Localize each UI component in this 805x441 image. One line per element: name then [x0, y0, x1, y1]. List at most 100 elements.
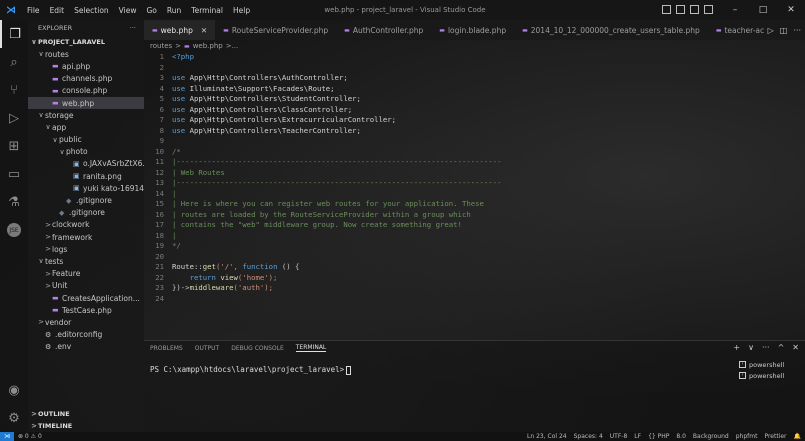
tree-file[interactable]: ▬ api.php [28, 60, 144, 72]
breadcrumb-file[interactable]: web.php [193, 42, 223, 50]
tree-file[interactable]: ▬ web.php [28, 96, 144, 110]
tree-folder[interactable]: > clockwork [28, 219, 144, 231]
code-line[interactable]: 6 use App\Http\Controllers\ClassControlle… [144, 105, 805, 116]
phpfmt-extension[interactable]: phpfmt [736, 433, 758, 440]
panel-tab-debug-console[interactable]: DEBUG CONSOLE [231, 345, 284, 352]
tree-folder[interactable]: > vendor [28, 316, 144, 328]
split-editor-icon[interactable]: ◫ [780, 26, 788, 35]
problems-status[interactable]: ⊗ 0 ⚠ 0 [18, 433, 42, 440]
terminal-prompt-line[interactable]: PS C:\xampp\htdocs\laravel\project_larav… [150, 365, 352, 375]
tree-file[interactable]: ▣ ranita.png [28, 170, 144, 182]
close-window-button[interactable]: ✕ [777, 0, 805, 20]
code-line[interactable]: 8 use App\Http\Controllers\TeacherControl… [144, 126, 805, 137]
code-line[interactable]: 14 | [144, 189, 805, 200]
menu-selection[interactable]: Selection [69, 6, 114, 15]
tree-folder[interactable]: > Unit [28, 280, 144, 292]
tree-folder[interactable]: ∨ public [28, 134, 144, 146]
tree-file[interactable]: ◆ .gitignore [28, 207, 144, 219]
code-line[interactable]: 4 use Illuminate\Support\Facades\Route; [144, 84, 805, 95]
tree-file[interactable]: ▣ o.JAXvASrbZtX6... [28, 158, 144, 170]
code-editor[interactable]: 1 <?php 2 3 use App\Http\Controllers\AuthCon… [144, 52, 805, 340]
menu-edit[interactable]: Edit [45, 6, 70, 15]
explorer-icon[interactable]: ❐ [0, 20, 28, 48]
new-terminal-button[interactable]: + [733, 343, 740, 352]
menu-file[interactable]: File [22, 6, 45, 15]
code-line[interactable]: 17 | contains the "web" middleware group.… [144, 220, 805, 231]
tab-routeserviceprovider[interactable]: ▬ RouteServiceProvider.php [215, 20, 336, 40]
tree-folder[interactable]: > logs [28, 243, 144, 255]
remote-explorer-icon[interactable]: ▭ [0, 160, 28, 188]
customize-layout-icon[interactable] [704, 5, 713, 14]
code-line[interactable]: 2 [144, 63, 805, 74]
code-line[interactable]: 10 /* [144, 147, 805, 158]
tree-folder[interactable]: > Feature [28, 268, 144, 280]
tree-folder[interactable]: ∨ routes [28, 48, 144, 60]
panel-tab-terminal[interactable]: TERMINAL [295, 344, 327, 352]
breadcrumb-more[interactable]: >... [226, 42, 239, 50]
code-line[interactable]: 9 [144, 136, 805, 147]
code-line[interactable]: 21 Route::get('/', function () { [144, 262, 805, 273]
remote-indicator-icon[interactable]: ⋊ [0, 432, 14, 441]
tab-teacher[interactable]: ▬ teacher-ac [708, 20, 772, 40]
prettier-extension[interactable]: Prettier [764, 433, 786, 440]
tab-login-blade[interactable]: ▬ login.blade.php [431, 20, 514, 40]
tab-create-users-table[interactable]: ▬ 2014_10_12_000000_create_users_table.p… [514, 20, 708, 40]
notifications-bell-icon[interactable]: 🔔 [794, 433, 801, 440]
menu-terminal[interactable]: Terminal [186, 6, 228, 15]
tab-authcontroller[interactable]: ▬ AuthController.php [336, 20, 431, 40]
source-control-icon[interactable]: ⑂ [0, 76, 28, 104]
extensions-icon[interactable]: ⊞ [0, 132, 28, 160]
tree-folder[interactable]: ∨ photo [28, 146, 144, 158]
code-line[interactable]: 5 use App\Http\Controllers\StudentControl… [144, 94, 805, 105]
toggle-secondary-sidebar-icon[interactable] [690, 5, 699, 14]
tree-folder[interactable]: ∨ storage [28, 109, 144, 121]
testing-icon[interactable]: ⚗ [0, 188, 28, 216]
background-extension[interactable]: Background [693, 433, 729, 440]
terminal-instance[interactable]: › powershell [739, 370, 801, 381]
panel-tab-output[interactable]: OUTPUT [195, 345, 219, 352]
tree-file[interactable]: ▬ console.php [28, 85, 144, 97]
code-line[interactable]: 24 [144, 294, 805, 305]
code-line[interactable]: 16 | routes are loaded by the RouteServic… [144, 210, 805, 221]
tree-file[interactable]: ▣yuki kato-16914... [28, 182, 144, 194]
tree-file[interactable]: ▬ CreatesApplication... [28, 292, 144, 304]
run-file-icon[interactable]: ▷ [768, 26, 774, 35]
timeline-section[interactable]: > TIMELINE [28, 420, 144, 432]
close-tab-icon[interactable]: ✕ [201, 26, 207, 35]
outline-section[interactable]: > OUTLINE [28, 408, 144, 420]
terminal-dropdown-button[interactable]: ∨ [748, 343, 754, 352]
toggle-sidebar-icon[interactable] [662, 5, 671, 14]
code-line[interactable]: 12 | Web Routes [144, 168, 805, 179]
panel-tab-problems[interactable]: PROBLEMS [150, 345, 183, 352]
menu-run[interactable]: Run [162, 6, 186, 15]
code-line[interactable]: 22 return view('home'); [144, 273, 805, 284]
maximize-button[interactable]: □ [749, 0, 777, 20]
tree-file[interactable]: ⚙ .env [28, 341, 144, 353]
tree-file[interactable]: ◆ .gitignore [28, 194, 144, 206]
json-extension-icon[interactable]: JSE [0, 216, 28, 244]
code-line[interactable]: 7 use App\Http\Controllers\Extracurricula… [144, 115, 805, 126]
tree-file[interactable]: ▬ TestCase.php [28, 304, 144, 316]
code-line[interactable]: 20 [144, 252, 805, 263]
close-panel-button[interactable]: ✕ [792, 343, 799, 352]
cursor-position[interactable]: Ln 23, Col 24 [527, 433, 567, 440]
code-line[interactable]: 19 */ [144, 241, 805, 252]
project-folder-header[interactable]: ∨ PROJECT_LARAVEL [28, 36, 144, 48]
language-mode[interactable]: {} PHP [648, 433, 669, 440]
code-line[interactable]: 3 use App\Http\Controllers\AuthController… [144, 73, 805, 84]
terminal-instance[interactable]: › powershell [739, 359, 801, 370]
maximize-panel-button[interactable]: ^ [778, 343, 785, 352]
indentation[interactable]: Spaces: 4 [574, 433, 603, 440]
line-ending[interactable]: LF [634, 433, 641, 440]
code-line[interactable]: 1 <?php [144, 52, 805, 63]
menu-view[interactable]: View [114, 6, 142, 15]
menu-help[interactable]: Help [228, 6, 255, 15]
code-line[interactable]: 23})->middleware('auth'); [144, 283, 805, 294]
tree-file[interactable]: ▬ channels.php [28, 73, 144, 85]
accounts-icon[interactable]: ◉ [0, 376, 28, 404]
tree-folder[interactable]: > framework [28, 231, 144, 243]
search-icon[interactable]: ⌕ [0, 48, 28, 76]
code-line[interactable]: 13 |-------------------------------------… [144, 178, 805, 189]
tab-web-php[interactable]: ▬ web.php ✕ [144, 20, 216, 40]
panel-more-button[interactable]: ··· [762, 343, 770, 352]
